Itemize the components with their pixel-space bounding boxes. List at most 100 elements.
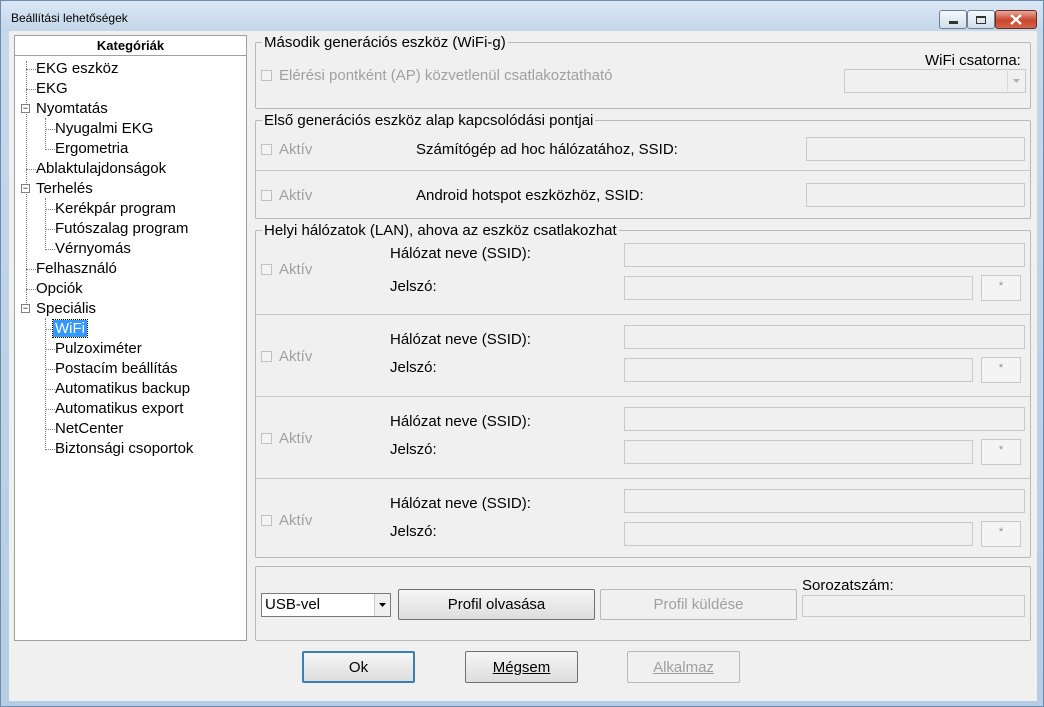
lan-4-show-password-button[interactable]: *	[981, 521, 1021, 547]
tree-line	[45, 229, 55, 230]
tree-item-label: Nyomtatás	[36, 100, 108, 117]
tree-line	[45, 389, 55, 390]
lan-3-show-password-button[interactable]: *	[981, 439, 1021, 465]
lan-4-ssid-label: Hálózat neve (SSID):	[390, 495, 531, 512]
minimize-icon	[948, 21, 958, 24]
divider	[256, 314, 1030, 315]
lan-2-ssid-label: Hálózat neve (SSID):	[390, 331, 531, 348]
tree-item-vernyomas[interactable]: Vérnyomás	[55, 239, 131, 259]
checkbox-label: Aktív	[279, 187, 313, 204]
tree-line	[45, 209, 55, 210]
tree-line	[45, 118, 46, 148]
lan-2-active-checkbox[interactable]: Aktív	[261, 348, 312, 365]
adhoc-active-checkbox[interactable]: Aktív	[261, 141, 312, 158]
apply-button[interactable]: Alkalmaz	[627, 651, 740, 683]
tree-line	[26, 69, 36, 70]
tree-header: Kategóriák	[15, 36, 246, 56]
category-tree[interactable]: Kategóriák − − − EKG eszköz EKG Nyomtatá…	[14, 35, 247, 641]
tree-item-automatikus-backup[interactable]: Automatikus backup	[55, 379, 190, 399]
lan-3-active-checkbox[interactable]: Aktív	[261, 430, 312, 447]
collapse-icon[interactable]: −	[21, 304, 30, 313]
lan-3-ssid-field[interactable]	[624, 407, 1025, 431]
lan-4-active-checkbox[interactable]: Aktív	[261, 512, 312, 529]
lan-1-ssid-label: Hálózat neve (SSID):	[390, 245, 531, 262]
checkbox-box	[261, 264, 272, 275]
checkbox-box	[261, 190, 272, 201]
lan-1-password-field[interactable]	[624, 276, 973, 300]
cancel-button-label: Mégsem	[492, 658, 551, 676]
collapse-icon[interactable]: −	[21, 184, 30, 193]
read-profile-button[interactable]: Profil olvasása	[398, 589, 595, 620]
lan-2-ssid-field[interactable]	[624, 325, 1025, 349]
chevron-down-icon	[1012, 79, 1020, 83]
dialog-client-area: Kategóriák − − − EKG eszköz EKG Nyomtatá…	[9, 31, 1037, 701]
tree-item-terheles[interactable]: Terhelés	[36, 179, 93, 199]
dropdown-arrow	[1007, 71, 1024, 91]
serial-number-field[interactable]	[802, 595, 1025, 617]
tree-line	[26, 289, 36, 290]
connection-select[interactable]: USB-vel	[261, 593, 391, 617]
lan-3-ssid-label: Hálózat neve (SSID):	[390, 413, 531, 430]
lan-4-password-label: Jelszó:	[390, 523, 437, 540]
checkbox-label: Aktív	[279, 430, 313, 447]
tree-item-label: Futószalag program	[55, 220, 189, 237]
checkbox-label: Aktív	[279, 261, 313, 278]
lan-1-show-password-button[interactable]: *	[981, 275, 1021, 301]
tree-item-opciok[interactable]: Opciók	[36, 279, 83, 299]
lan-1-ssid-field[interactable]	[624, 243, 1025, 267]
tree-item-pulzoximeter[interactable]: Pulzoximéter	[55, 339, 142, 359]
wifi-channel-select[interactable]	[844, 69, 1026, 93]
lan-4-password-field[interactable]	[624, 522, 973, 546]
dropdown-arrow[interactable]	[374, 594, 390, 616]
lan-2-show-password-button[interactable]: *	[981, 357, 1021, 383]
ap-checkbox[interactable]: Elérési pontként (AP) közvetlenül csatla…	[261, 67, 613, 84]
tree-item-label: EKG	[36, 80, 68, 97]
lan-4-ssid-field[interactable]	[624, 489, 1025, 513]
tree-item-netcenter[interactable]: NetCenter	[55, 419, 123, 439]
tree-item-specialis[interactable]: Speciális	[36, 299, 96, 319]
tree-item-ekg-eszkoz[interactable]: EKG eszköz	[36, 59, 119, 79]
ok-button[interactable]: Ok	[302, 651, 415, 683]
tree-item-label: Postacím beállítás	[55, 360, 178, 377]
tree-line	[45, 149, 55, 150]
tree-item-futoszalag-program[interactable]: Futószalag program	[55, 219, 188, 239]
close-icon	[1010, 14, 1022, 25]
tree-item-label: NetCenter	[55, 420, 124, 437]
checkbox-label: Aktív	[279, 141, 313, 158]
tree-item-nyomtatas[interactable]: Nyomtatás	[36, 99, 108, 119]
tree-line	[45, 198, 46, 248]
checkbox-label: Aktív	[279, 348, 313, 365]
wifi-channel-label: WiFi csatorna:	[925, 52, 1021, 69]
collapse-icon[interactable]: −	[21, 104, 30, 113]
tree-item-label: Nyugalmi EKG	[55, 120, 154, 137]
android-ssid-field[interactable]	[806, 183, 1025, 207]
lan-1-active-checkbox[interactable]: Aktív	[261, 261, 312, 278]
lan-1-password-label: Jelszó:	[390, 278, 437, 295]
lan-2-password-field[interactable]	[624, 358, 973, 382]
tree-line	[26, 89, 36, 90]
tree-item-ekg[interactable]: EKG	[36, 79, 68, 99]
minimize-button[interactable]	[939, 10, 967, 29]
android-active-checkbox[interactable]: Aktív	[261, 187, 312, 204]
tree-item-kerekpar-program[interactable]: Kerékpár program	[55, 199, 176, 219]
tree-item-wifi[interactable]: WiFi	[52, 319, 88, 339]
close-button[interactable]	[995, 10, 1037, 29]
tree-item-ablaktulajdonsagok[interactable]: Ablaktulajdonságok	[36, 159, 166, 179]
tree-item-nyugalmi-ekg[interactable]: Nyugalmi EKG	[55, 119, 153, 139]
tree-item-automatikus-export[interactable]: Automatikus export	[55, 399, 183, 419]
tree-item-ergometria[interactable]: Ergometria	[55, 139, 128, 159]
tree-item-postacim-beallitas[interactable]: Postacím beállítás	[55, 359, 178, 379]
cancel-button[interactable]: Mégsem	[465, 651, 578, 683]
lan-3-password-field[interactable]	[624, 440, 973, 464]
tree-item-label: Terhelés	[36, 180, 93, 197]
serial-number-label: Sorozatszám:	[802, 577, 894, 594]
tree-item-biztonsagi-csoportok[interactable]: Biztonsági csoportok	[55, 439, 193, 459]
adhoc-ssid-field[interactable]	[806, 137, 1025, 161]
tree-item-label: EKG eszköz	[36, 60, 119, 77]
tree-item-felhasznalo[interactable]: Felhasználó	[36, 259, 117, 279]
send-profile-button[interactable]: Profil küldése	[600, 589, 797, 620]
apply-button-label: Alkalmaz	[653, 658, 714, 676]
tree-item-label: Speciális	[36, 300, 97, 317]
title-bar[interactable]: Beállítási lehetőségek	[1, 1, 1043, 31]
maximize-button[interactable]	[967, 10, 995, 29]
